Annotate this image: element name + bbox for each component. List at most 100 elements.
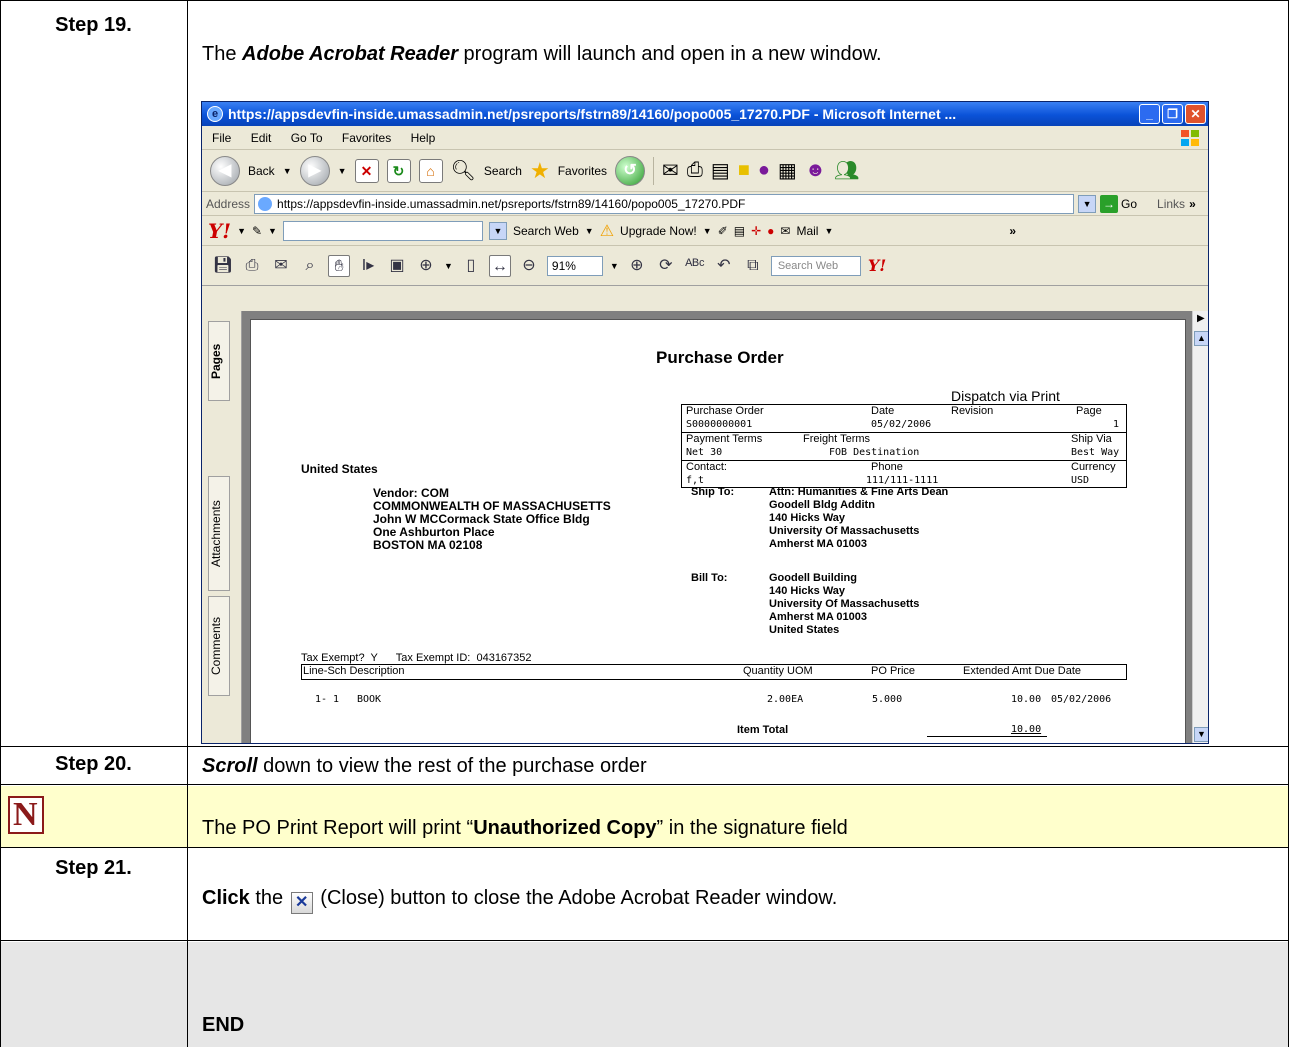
- history-icon[interactable]: ↺: [615, 155, 646, 186]
- undo-icon[interactable]: ↶: [713, 255, 735, 277]
- print-icon[interactable]: ⎙: [241, 255, 263, 277]
- find-icon[interactable]: ⌕: [299, 255, 321, 277]
- step-21-text: Click the ✕ (Close) button to close the …: [202, 887, 837, 914]
- research-icon[interactable]: ▦: [778, 158, 797, 183]
- stop-icon[interactable]: ✕: [354, 158, 379, 183]
- pencil-dropdown-icon[interactable]: ▼: [268, 226, 277, 236]
- refresh-icon[interactable]: ↻: [386, 158, 411, 183]
- select-text-icon[interactable]: I▸: [357, 255, 379, 277]
- highlight-pen-icon[interactable]: ✐: [718, 224, 728, 238]
- freight-terms-value: FOB Destination: [829, 447, 920, 458]
- forward-arrow-icon[interactable]: ▶: [299, 155, 330, 186]
- menu-go-to[interactable]: Go To: [291, 131, 323, 145]
- favorites-label[interactable]: Favorites: [558, 164, 607, 178]
- ie-toolbar: ◀ Back ▼ ▶ ▼ ✕ ↻ ⌂ 🔍︎ Search ★ Favorites…: [202, 150, 1208, 192]
- menu-favorites[interactable]: Favorites: [342, 131, 391, 145]
- pdf-viewer: Pages Attachments Comments Purchase Orde…: [202, 311, 1208, 743]
- hand-tool-icon[interactable]: ✋︎: [328, 254, 350, 277]
- forward-dropdown-icon[interactable]: ▼: [338, 166, 347, 176]
- menu-help[interactable]: Help: [411, 131, 436, 145]
- save-icon[interactable]: 💾︎: [212, 255, 234, 277]
- scroll-up-icon[interactable]: ▲: [1194, 331, 1208, 346]
- line-description: BOOK: [357, 694, 382, 705]
- links-chevron-icon[interactable]: »: [1189, 197, 1196, 211]
- pencil-icon[interactable]: ✎: [252, 224, 262, 238]
- back-dropdown-icon[interactable]: ▼: [283, 166, 292, 176]
- address-dropdown-icon[interactable]: ▼: [1078, 194, 1097, 213]
- close-button[interactable]: ✕: [1185, 104, 1206, 124]
- search-web-dropdown-icon[interactable]: ▼: [585, 226, 594, 236]
- go-button[interactable]: → Go: [1100, 194, 1137, 213]
- menu-bar: File Edit Go To Favorites Help: [202, 126, 1208, 150]
- mail-icon[interactable]: ✉: [662, 158, 679, 183]
- snapshot-icon[interactable]: ▣: [386, 255, 408, 277]
- search-icon[interactable]: 🔍︎: [451, 158, 476, 183]
- step-21-label: Step 21.: [55, 857, 132, 879]
- po-title: Purchase Order: [656, 348, 784, 367]
- scroll-down-icon[interactable]: ▼: [1194, 727, 1208, 742]
- phone-label: Phone: [871, 461, 903, 473]
- back-arrow-icon[interactable]: ◀: [210, 155, 240, 186]
- col-line-description: Line-Sch Description: [303, 665, 405, 677]
- po-revision-label: Revision: [951, 405, 994, 417]
- fit-width-icon[interactable]: ↔: [488, 254, 511, 277]
- pages-tab[interactable]: Pages: [208, 321, 230, 401]
- target-icon[interactable]: ✛: [751, 224, 761, 238]
- vertical-scrollbar[interactable]: ▶ ▲ ▼: [1192, 311, 1208, 743]
- zoom-dropdown-icon[interactable]: ▼: [444, 261, 453, 271]
- mail-button[interactable]: Mail: [796, 224, 818, 238]
- zoom-level-dropdown-icon[interactable]: ▼: [610, 261, 619, 271]
- email-icon[interactable]: ✉: [270, 255, 292, 277]
- print-icon[interactable]: ⎙: [687, 159, 703, 182]
- end-row: END: [0, 942, 1289, 1047]
- mail-dropdown-icon[interactable]: ▼: [824, 226, 833, 236]
- restore-button[interactable]: ❐: [1162, 104, 1183, 124]
- yahoo-search-input[interactable]: [282, 220, 483, 241]
- go-arrow-icon: →: [1100, 194, 1119, 213]
- contacts-icon[interactable]: 👥︎: [834, 158, 859, 183]
- zoom-in-icon[interactable]: ⊕: [415, 255, 437, 277]
- upgrade-now-button[interactable]: Upgrade Now!: [620, 224, 697, 238]
- circle-icon[interactable]: ●: [767, 224, 774, 238]
- spellcheck-icon[interactable]: ᴬᴮᶜ: [684, 255, 706, 277]
- yahoo-search-dropdown-icon[interactable]: ▼: [488, 221, 507, 240]
- note-row: The PO Print Report will print “Unauthor…: [0, 786, 1289, 848]
- rotate-icon[interactable]: ⟳: [655, 255, 677, 277]
- yahoo-logo-icon[interactable]: Y!: [208, 219, 231, 243]
- smiley-icon[interactable]: ☻: [805, 159, 826, 182]
- note-icon[interactable]: ■: [738, 159, 750, 182]
- layout-icon[interactable]: ▤: [734, 224, 745, 238]
- edit-icon[interactable]: ▤: [711, 158, 730, 183]
- favorites-star-icon[interactable]: ★: [530, 158, 550, 184]
- search-label[interactable]: Search: [484, 164, 522, 178]
- comments-tab[interactable]: Comments: [208, 596, 230, 696]
- yahoo-dropdown-icon[interactable]: ▼: [237, 226, 246, 236]
- home-icon[interactable]: ⌂: [418, 158, 443, 183]
- country-label: United States: [301, 462, 378, 476]
- envelope-icon[interactable]: ✉: [780, 224, 790, 238]
- menu-edit[interactable]: Edit: [251, 131, 272, 145]
- menu-file[interactable]: File: [212, 131, 231, 145]
- attachments-tab[interactable]: Attachments: [208, 476, 230, 591]
- search-web-button[interactable]: Search Web: [513, 224, 579, 238]
- zoom-out-icon[interactable]: ⊖: [518, 255, 540, 277]
- yahoo-small-logo-icon[interactable]: Y!: [868, 256, 886, 275]
- zoom-plus-icon[interactable]: ⊕: [626, 255, 648, 277]
- upgrade-dropdown-icon[interactable]: ▼: [703, 226, 712, 236]
- fit-page-icon[interactable]: ▯: [460, 255, 482, 277]
- links-label[interactable]: Links: [1157, 197, 1185, 211]
- back-label[interactable]: Back: [248, 164, 275, 178]
- address-input[interactable]: https://appsdevfin-inside.umassadmin.net…: [254, 193, 1075, 214]
- zoom-input[interactable]: 91%: [546, 255, 603, 276]
- step-19-row: Step 19. The Adobe Acrobat Reader progra…: [0, 0, 1289, 747]
- minimize-button[interactable]: _: [1139, 104, 1160, 124]
- warning-icon: ⚠: [599, 222, 615, 240]
- step-21-row: Step 21. Click the ✕ (Close) button to c…: [0, 849, 1289, 941]
- copy-icon[interactable]: ⧉: [742, 255, 764, 277]
- phone-value: 111/111-1111: [866, 475, 939, 486]
- scroll-right-triangle-icon[interactable]: ▶: [1197, 313, 1205, 324]
- yahoo-chevron-icon[interactable]: »: [1009, 224, 1016, 238]
- address-bar: Address https://appsdevfin-inside.umassa…: [202, 192, 1208, 216]
- yahoo-messenger-icon[interactable]: ●: [758, 159, 770, 182]
- acrobat-search-input[interactable]: Search Web: [770, 255, 861, 276]
